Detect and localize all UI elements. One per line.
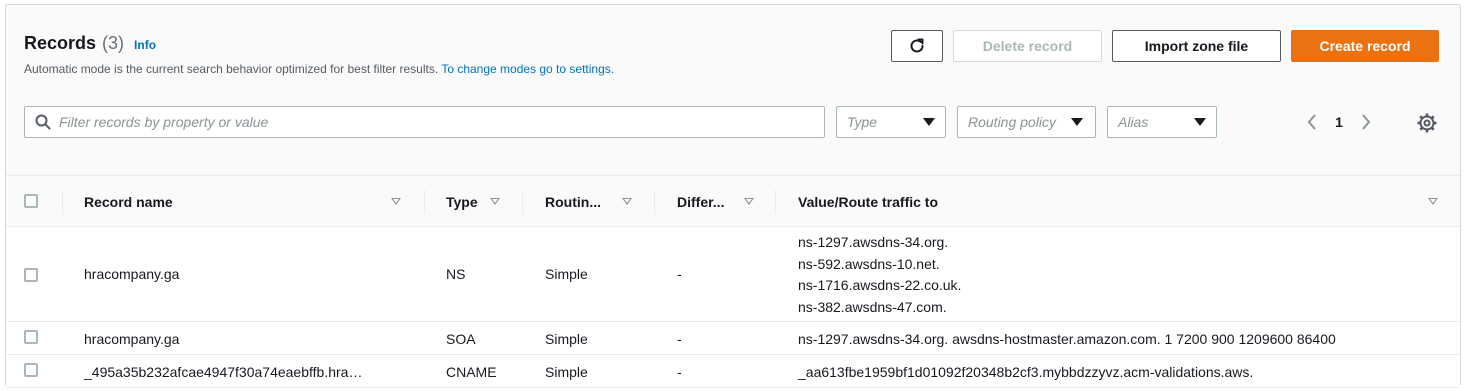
select-all-checkbox[interactable]	[24, 194, 38, 208]
record-name-cell: hracompany.ga	[84, 266, 180, 282]
search-icon	[35, 114, 51, 130]
routing-policy-filter-select[interactable]: Routing policy	[957, 106, 1096, 138]
column-header-type[interactable]: Type	[446, 176, 478, 228]
next-page-button[interactable]	[1356, 111, 1376, 133]
delete-record-button[interactable]: Delete record	[953, 30, 1102, 62]
table-row[interactable]: _495a35b232afcae4947f30a74eaebffb.hra… C…	[6, 355, 1460, 388]
sort-icon[interactable]	[744, 198, 754, 205]
records-header: Records (3) Info Automatic mode is the c…	[24, 33, 614, 76]
column-divider	[62, 190, 63, 214]
caret-down-icon	[1194, 118, 1206, 126]
value-line: ns-382.awsdns-47.com.	[798, 298, 947, 315]
alias-filter-placeholder: Alias	[1118, 114, 1149, 130]
value-line: ns-1297.awsdns-34.org.	[798, 234, 949, 250]
table-row[interactable]: hracompany.ga SOA Simple - ns-1297.awsdn…	[6, 322, 1460, 355]
description-text: Automatic mode is the current search beh…	[24, 62, 439, 76]
record-type-cell: SOA	[446, 331, 476, 347]
column-divider	[522, 190, 523, 214]
routing-policy-cell: Simple	[545, 364, 588, 380]
sort-icon[interactable]	[490, 198, 500, 205]
differentiator-cell: -	[677, 364, 682, 380]
column-header-differentiator[interactable]: Differ...	[677, 176, 724, 228]
info-link[interactable]: Info	[134, 38, 156, 52]
table-header: Record name Type Routin... Differ... Val…	[6, 175, 1460, 227]
sort-icon[interactable]	[1428, 198, 1438, 205]
search-box[interactable]	[24, 106, 825, 138]
column-divider	[775, 190, 776, 214]
import-zone-file-button[interactable]: Import zone file	[1112, 30, 1281, 62]
row-checkbox[interactable]	[24, 268, 38, 282]
differentiator-cell: -	[677, 266, 682, 282]
differentiator-cell: -	[677, 331, 682, 347]
search-input[interactable]	[59, 114, 799, 130]
chevron-right-icon	[1362, 114, 1371, 130]
value-cell: ns-1297.awsdns-34.org. ns-592.awsdns-10.…	[798, 232, 961, 318]
value-cell: ns-1297.awsdns-34.org. awsdns-hostmaster…	[798, 331, 1336, 347]
column-header-value[interactable]: Value/Route traffic to	[798, 176, 938, 228]
previous-page-button[interactable]	[1302, 111, 1322, 133]
refresh-button[interactable]	[891, 30, 943, 62]
record-type-cell: NS	[446, 266, 466, 282]
record-type-cell: CNAME	[446, 364, 497, 380]
routing-policy-cell: Simple	[545, 331, 588, 347]
column-divider	[424, 190, 425, 214]
gear-icon[interactable]	[1416, 112, 1438, 134]
settings-link[interactable]: To change modes go to settings.	[441, 62, 614, 76]
caret-down-icon	[1071, 118, 1083, 126]
records-count: (3)	[102, 33, 125, 53]
pagination: 1	[1302, 111, 1376, 133]
row-checkbox[interactable]	[24, 363, 38, 377]
create-record-button[interactable]: Create record	[1291, 30, 1439, 62]
chevron-left-icon	[1307, 114, 1316, 130]
caret-down-icon	[923, 118, 935, 126]
sort-icon[interactable]	[622, 198, 632, 205]
page-number-1[interactable]: 1	[1322, 114, 1356, 130]
sort-icon[interactable]	[391, 198, 401, 205]
column-divider	[654, 190, 655, 214]
table-row[interactable]: hracompany.ga NS Simple - ns-1297.awsdns…	[6, 227, 1460, 322]
row-checkbox[interactable]	[24, 330, 38, 344]
records-panel: Records (3) Info Automatic mode is the c…	[5, 4, 1461, 388]
column-header-routing[interactable]: Routin...	[545, 176, 601, 228]
column-header-record-name[interactable]: Record name	[84, 176, 173, 228]
value-line: ns-592.awsdns-10.net.	[798, 255, 940, 272]
record-name-cell: hracompany.ga	[84, 331, 180, 347]
page-title: Records	[24, 33, 97, 53]
type-filter-placeholder: Type	[847, 114, 878, 130]
routing-filter-placeholder: Routing policy	[968, 114, 1056, 130]
routing-policy-cell: Simple	[545, 266, 588, 282]
type-filter-select[interactable]: Type	[836, 106, 946, 138]
records-table: Record name Type Routin... Differ... Val…	[6, 175, 1460, 388]
record-name-cell: _495a35b232afcae4947f30a74eaebffb.hra…	[84, 364, 363, 380]
refresh-icon	[910, 38, 924, 53]
search-mode-description: Automatic mode is the current search beh…	[24, 62, 614, 76]
value-line: ns-1716.awsdns-22.co.uk.	[798, 277, 962, 293]
value-cell: _aa613fbe1959bf1d01092f20348b2cf3.mybbdz…	[798, 364, 1254, 380]
alias-filter-select[interactable]: Alias	[1107, 106, 1217, 138]
